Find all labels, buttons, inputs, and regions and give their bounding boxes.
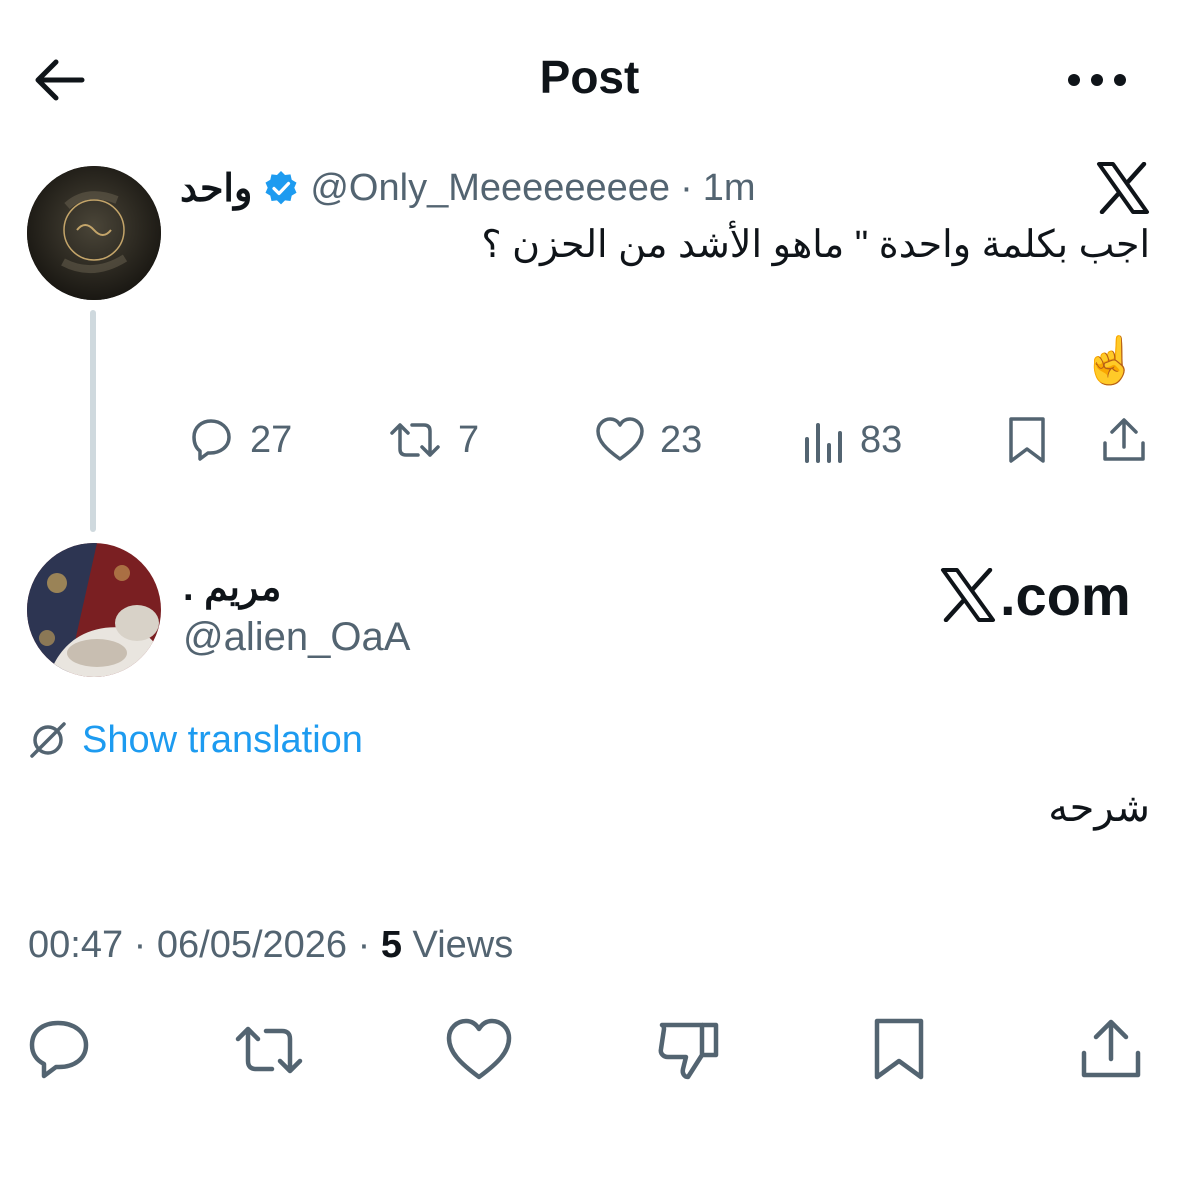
thumbs-down-icon <box>658 1022 719 1080</box>
views-count: 5 <box>380 924 402 966</box>
page-title: Post <box>539 51 640 103</box>
separator-dot: · <box>133 924 147 966</box>
more-horizontal-icon <box>1068 74 1126 86</box>
avatar[interactable] <box>27 166 161 300</box>
reply-icon <box>192 419 231 461</box>
bookmark-icon <box>1009 417 1045 463</box>
repost-metric[interactable]: 7 <box>386 412 479 468</box>
views-label: Views <box>412 924 514 966</box>
like-metric[interactable]: 23 <box>594 412 702 468</box>
share-icon <box>1081 1019 1141 1078</box>
bookmark-icon <box>874 1018 924 1080</box>
x-logo-icon <box>941 568 995 622</box>
heart-icon <box>446 1018 512 1080</box>
repost-count: 7 <box>458 418 480 461</box>
share-button[interactable] <box>1076 1015 1146 1085</box>
verified-badge-icon <box>262 169 300 207</box>
globe-off-icon <box>30 722 66 758</box>
reply-icon <box>29 1020 89 1079</box>
avatar-image <box>27 543 161 677</box>
repost-icon <box>235 1026 303 1074</box>
xcom-text: .com <box>1000 563 1131 627</box>
more-button[interactable] <box>1062 62 1132 98</box>
x-logo-icon <box>1096 162 1150 214</box>
author-name[interactable]: واحد <box>180 166 252 211</box>
repost-icon <box>390 423 440 457</box>
repost-button[interactable] <box>234 1015 304 1085</box>
analytics-icon <box>805 423 842 463</box>
post-time[interactable]: 1m <box>703 167 756 210</box>
separator-dot: · <box>357 924 371 966</box>
post-meta: 00:47 · 06/05/2026 · 5 Views <box>28 924 513 967</box>
separator-dot: · <box>680 166 693 209</box>
author-handle[interactable]: @Only_Meeeeeeeee <box>310 167 670 210</box>
post-header: واحد @Only_Meeeeeeeee · 1m <box>180 160 756 216</box>
reply-button[interactable] <box>26 1015 96 1085</box>
avatar-image <box>27 166 161 300</box>
post-emoji: ☝️ <box>1081 334 1139 386</box>
heart-icon <box>596 417 644 461</box>
xcom-watermark: .com <box>940 563 1131 627</box>
reply-author-name[interactable]: مريم . <box>183 565 281 610</box>
reply-author-handle[interactable]: @alien_OaA <box>183 615 410 660</box>
avatar[interactable] <box>27 543 161 677</box>
like-count: 23 <box>660 418 703 461</box>
like-button[interactable] <box>444 1015 514 1085</box>
thread-line <box>90 310 96 532</box>
post-text: اجب بكلمة واحدة " ماهو الأشد من الحزن ؟ <box>481 224 1150 266</box>
views-count: 83 <box>860 418 903 461</box>
share-icon <box>1103 418 1145 461</box>
bookmark-button[interactable] <box>866 1015 936 1085</box>
post-time[interactable]: 00:47 <box>28 924 123 966</box>
views-metric[interactable]: 83 <box>802 412 902 468</box>
bookmark-metric[interactable] <box>1004 412 1050 468</box>
show-translation-label: Show translation <box>82 718 363 761</box>
post-date[interactable]: 06/05/2026 <box>157 924 347 966</box>
reply-text: شرحه <box>1048 786 1150 830</box>
reply-metric[interactable]: 27 <box>186 412 292 468</box>
share-metric[interactable] <box>1100 412 1148 468</box>
show-translation-link[interactable]: Show translation <box>28 715 363 765</box>
reply-count: 27 <box>250 418 293 461</box>
downvote-button[interactable] <box>656 1015 726 1085</box>
